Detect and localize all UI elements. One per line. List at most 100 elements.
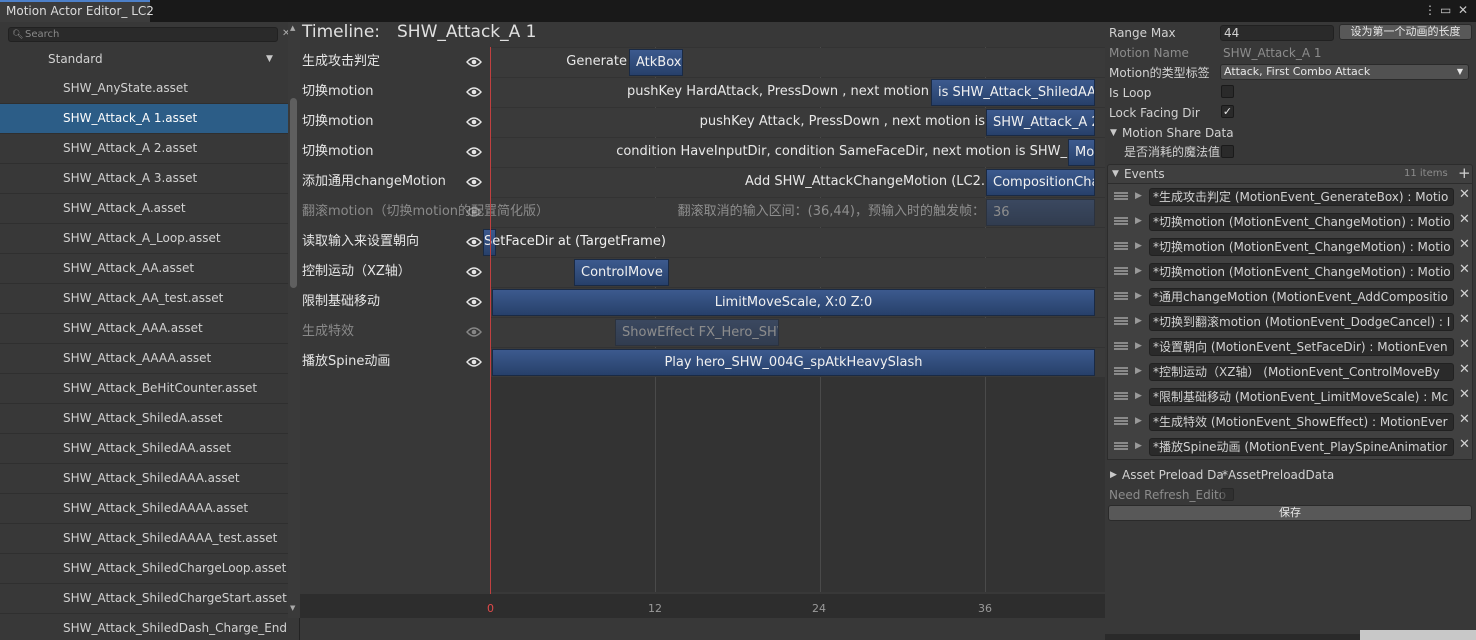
scroll-up-icon[interactable]: ▲: [290, 24, 295, 32]
scroll-down-icon[interactable]: ▼: [290, 604, 295, 612]
timeline-row-track[interactable]: [490, 318, 1105, 347]
asset-list-item[interactable]: SHW_Attack_ShiledDash_Charge_End.asset: [0, 614, 288, 640]
foldout-arrow-icon[interactable]: ▶: [1135, 213, 1142, 229]
eye-icon[interactable]: [466, 326, 482, 338]
lock-facing-checkbox[interactable]: ✓: [1221, 105, 1234, 118]
foldout-arrow-icon[interactable]: ▶: [1135, 413, 1142, 429]
remove-event-icon[interactable]: ✕: [1459, 386, 1470, 404]
drag-handle-icon[interactable]: [1114, 317, 1128, 325]
timeline-clip[interactable]: SHW_Attack_A 2: [986, 109, 1095, 136]
event-row[interactable]: ▶ *设置朝向 (MotionEvent_SetFaceDir) : Motion…: [1108, 334, 1474, 359]
event-field[interactable]: *切换motion (MotionEvent_ChangeMotion) : M…: [1149, 213, 1454, 231]
foldout-arrow-icon[interactable]: ▶: [1135, 363, 1142, 379]
add-event-icon[interactable]: +: [1458, 165, 1471, 182]
asset-list-item[interactable]: SHW_Attack_AAA.asset: [0, 314, 288, 344]
set-length-button[interactable]: 设为第一个动画的长度: [1339, 24, 1472, 40]
event-row[interactable]: ▶ *通用changeMotion (MotionEvent_AddComposi…: [1108, 284, 1474, 309]
eye-icon[interactable]: [466, 236, 482, 248]
event-row[interactable]: ▶ *切换motion (MotionEvent_ChangeMotion) : …: [1108, 209, 1474, 234]
drag-handle-icon[interactable]: [1114, 217, 1128, 225]
eye-icon[interactable]: [466, 296, 482, 308]
timeline-ruler[interactable]: 0 12 24 36: [300, 594, 1105, 618]
event-row[interactable]: ▶ *切换motion (MotionEvent_ChangeMotion) : …: [1108, 259, 1474, 284]
timeline-clip[interactable]: Play hero_SHW_004G_spAtkHeavySlash: [492, 349, 1095, 376]
event-field[interactable]: *切换motion (MotionEvent_ChangeMotion) : M…: [1149, 238, 1454, 256]
asset-list-item[interactable]: SHW_Attack_ShiledAAA.asset: [0, 464, 288, 494]
timeline-clip[interactable]: ShowEffect FX_Hero_SHW_SlashA: [615, 319, 779, 346]
maximize-icon[interactable]: ▭: [1440, 3, 1451, 17]
remove-event-icon[interactable]: ✕: [1459, 436, 1470, 454]
foldout-arrow-icon[interactable]: ▶: [1135, 288, 1142, 304]
foldout-arrow-icon[interactable]: ▶: [1135, 338, 1142, 354]
foldout-arrow-icon[interactable]: ▶: [1135, 188, 1142, 204]
save-button[interactable]: 保存: [1108, 505, 1472, 521]
drag-handle-icon[interactable]: [1114, 267, 1128, 275]
foldout-arrow-icon[interactable]: ▼: [1112, 166, 1119, 182]
foldout-arrow-icon[interactable]: ▶: [1135, 313, 1142, 329]
asset-list-item[interactable]: SHW_Attack_A 1.asset: [0, 104, 288, 134]
event-field[interactable]: *切换motion (MotionEvent_ChangeMotion) : M…: [1149, 263, 1454, 281]
asset-list-item[interactable]: SHW_Attack_ShiledChargeLoop.asset: [0, 554, 288, 584]
event-field[interactable]: *切换到翻滚motion (MotionEvent_DodgeCancel) :…: [1149, 313, 1454, 331]
search-input[interactable]: 🔍︎ Search: [8, 27, 278, 42]
drag-handle-icon[interactable]: [1114, 342, 1128, 350]
asset-list-item[interactable]: SHW_Attack_A.asset: [0, 194, 288, 224]
range-max-field[interactable]: 44: [1220, 25, 1334, 41]
event-row[interactable]: ▶ *播放Spine动画 (MotionEvent_PlaySpineAnimat…: [1108, 434, 1474, 459]
motion-type-dropdown[interactable]: Attack, First Combo Attack ▼: [1220, 64, 1469, 80]
chevron-down-icon[interactable]: ▼: [266, 52, 273, 66]
events-header[interactable]: ▼ Events 11 items +: [1107, 164, 1473, 184]
asset-list-item[interactable]: SHW_Attack_ShiledChargeStart.asset: [0, 584, 288, 614]
event-field[interactable]: *播放Spine动画 (MotionEvent_PlaySpineAnimati…: [1149, 438, 1454, 456]
event-row[interactable]: ▶ *控制运动（XZ轴） (MotionEvent_ControlMoveBy ✕: [1108, 359, 1474, 384]
asset-list-item[interactable]: SHW_Attack_AAAA.asset: [0, 344, 288, 374]
event-row[interactable]: ▶ *切换到翻滚motion (MotionEvent_DodgeCancel) …: [1108, 309, 1474, 334]
eye-icon[interactable]: [466, 56, 482, 68]
asset-list-item[interactable]: SHW_Attack_A_Loop.asset: [0, 224, 288, 254]
editor-tab[interactable]: Motion Actor Editor_ LC2: [0, 0, 154, 22]
asset-list-item[interactable]: SHW_Attack_AA_test.asset: [0, 284, 288, 314]
group-header[interactable]: Standard ▼: [0, 46, 288, 72]
eye-icon[interactable]: [466, 146, 482, 158]
eye-icon[interactable]: [466, 206, 482, 218]
asset-list-item[interactable]: SHW_Attack_ShiledAAAA_test.asset: [0, 524, 288, 554]
event-field[interactable]: *通用changeMotion (MotionEvent_AddComposit…: [1149, 288, 1454, 306]
drag-handle-icon[interactable]: [1114, 442, 1128, 450]
remove-event-icon[interactable]: ✕: [1459, 286, 1470, 304]
timeline-clip[interactable]: SetFaceDir at (TargetFrame): [484, 229, 884, 256]
asset-list-item[interactable]: SHW_Attack_A 2.asset: [0, 134, 288, 164]
timeline-clip[interactable]: is SHW_Attack_ShiledAA: [931, 79, 1095, 106]
remove-event-icon[interactable]: ✕: [1459, 311, 1470, 329]
remove-event-icon[interactable]: ✕: [1459, 236, 1470, 254]
drag-handle-icon[interactable]: [1114, 367, 1128, 375]
asset-list-item[interactable]: SHW_Attack_ShiledAAAA.asset: [0, 494, 288, 524]
more-vertical-icon[interactable]: ⋮: [1424, 3, 1436, 17]
asset-list-item[interactable]: SHW_Attack_BeHitCounter.asset: [0, 374, 288, 404]
timeline-clip[interactable]: LimitMoveScale, X:0 Z:0: [492, 289, 1095, 316]
event-field[interactable]: *设置朝向 (MotionEvent_SetFaceDir) : MotionE…: [1149, 338, 1454, 356]
foldout-arrow-icon[interactable]: ▶: [1135, 388, 1142, 404]
asset-list-item[interactable]: SHW_Attack_A 3.asset: [0, 164, 288, 194]
event-row[interactable]: ▶ *限制基础移动 (MotionEvent_LimitMoveScale) : …: [1108, 384, 1474, 409]
drag-handle-icon[interactable]: [1114, 292, 1128, 300]
eye-icon[interactable]: [466, 86, 482, 98]
event-field[interactable]: *生成特效 (MotionEvent_ShowEffect) : MotionE…: [1149, 413, 1454, 431]
drag-handle-icon[interactable]: [1114, 417, 1128, 425]
remove-event-icon[interactable]: ✕: [1459, 261, 1470, 279]
remove-event-icon[interactable]: ✕: [1459, 336, 1470, 354]
drag-handle-icon[interactable]: [1114, 392, 1128, 400]
asset-list-item[interactable]: SHW_Attack_ShiledA.asset: [0, 404, 288, 434]
foldout-arrow-icon[interactable]: ▶: [1135, 238, 1142, 254]
remove-event-icon[interactable]: ✕: [1459, 411, 1470, 429]
event-field[interactable]: *限制基础移动 (MotionEvent_LimitMoveScale) : M…: [1149, 388, 1454, 406]
timeline-clip[interactable]: ControlMove: [574, 259, 669, 286]
timeline-clip[interactable]: 36: [986, 199, 1095, 226]
event-field[interactable]: *生成攻击判定 (MotionEvent_GenerateBox) : Moti…: [1149, 188, 1454, 206]
event-row[interactable]: ▶ *切换motion (MotionEvent_ChangeMotion) : …: [1108, 234, 1474, 259]
timeline-clip[interactable]: Move: [1068, 139, 1095, 166]
scrollbar-thumb[interactable]: [290, 98, 297, 288]
event-row[interactable]: ▶ *生成特效 (MotionEvent_ShowEffect) : Motion…: [1108, 409, 1474, 434]
eye-icon[interactable]: [466, 176, 482, 188]
need-refresh-checkbox[interactable]: [1221, 488, 1234, 501]
close-icon[interactable]: ✕: [1458, 3, 1468, 17]
